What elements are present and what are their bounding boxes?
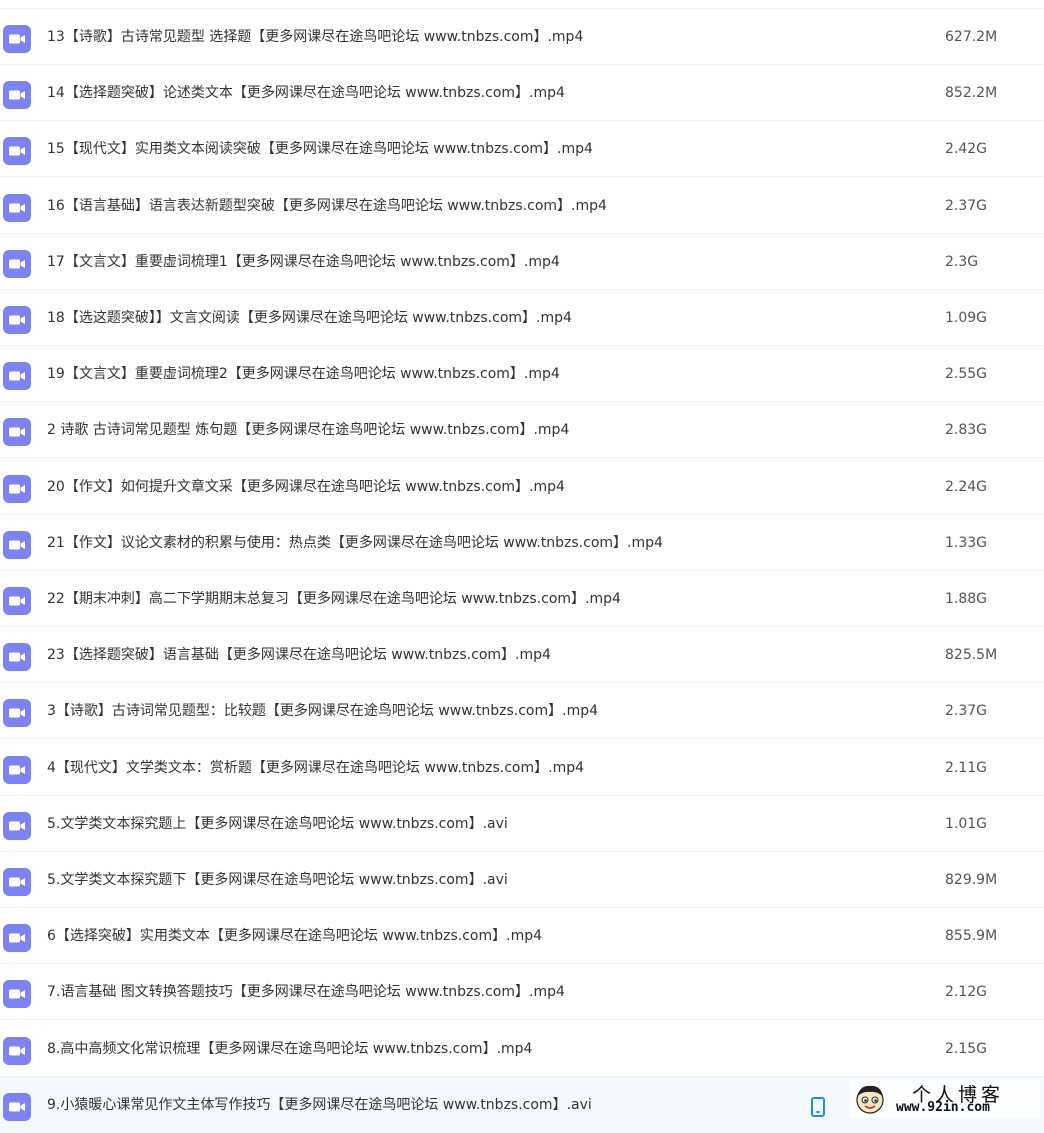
file-size: 1.01G [945, 815, 988, 832]
file-size: 1.88G [945, 591, 988, 607]
video-file-icon [3, 249, 31, 278]
file-row-6[interactable]: 18【选这题突破】】文言文阅读【更多网课尽在途鸟吧论坛 www.tnbzs.co… [0, 290, 1044, 346]
file-row-15[interactable]: 5.文学类文本探究题上【更多网课尽在途鸟吧论坛 www.tnbzs.com】.a… [0, 796, 1044, 852]
file-row-8[interactable]: 2 诗歌 古诗词常见题型 炼句题【更多网课尽在途鸟吧论坛 www.tnbzs.c… [0, 402, 1044, 459]
file-row-14[interactable]: 4【现代文】文学类文本：赏析题【更多网课尽在途鸟吧论坛 www.tnbzs.co… [0, 740, 1044, 796]
file-name[interactable]: 17【文言文】重要虚词梳理1【更多网课尽在途鸟吧论坛 www.tnbzs.com… [47, 234, 560, 290]
file-row-11[interactable]: 22【期末冲刺】高二下学期期末总复习【更多网课尽在途鸟吧论坛 www.tnbzs… [0, 571, 1044, 627]
file-row-16[interactable]: 5.文学类文本探究题下【更多网课尽在途鸟吧论坛 www.tnbzs.com】.a… [0, 852, 1044, 908]
file-size: 825.5M [945, 647, 998, 664]
video-file-icon [3, 137, 31, 166]
video-file-icon [3, 418, 31, 447]
file-name[interactable]: 13【诗歌】古诗常见题型 选择题【更多网课尽在途鸟吧论坛 www.tnbzs.c… [47, 9, 583, 65]
file-size: 1.33G [945, 534, 988, 551]
file-row-2[interactable]: 14【选择题突破】论述类文本【更多网课尽在途鸟吧论坛 www.tnbzs.com… [0, 65, 1044, 122]
file-name[interactable]: 21【作文】议论文素材的积累与使用：热点类【更多网课尽在途鸟吧论坛 www.tn… [47, 515, 663, 571]
phone-icon[interactable] [809, 1096, 827, 1117]
file-name[interactable]: 18【选这题突破】】文言文阅读【更多网课尽在途鸟吧论坛 www.tnbzs.co… [47, 290, 572, 346]
file-row-7[interactable]: 19【文言文】重要虚词梳理2【更多网课尽在途鸟吧论坛 www.tnbzs.com… [0, 346, 1044, 403]
file-row-9[interactable]: 20【作文】如何提升文章文采【更多网课尽在途鸟吧论坛 www.tnbzs.com… [0, 459, 1044, 515]
video-file-icon [3, 1036, 31, 1065]
file-name[interactable]: 5.文学类文本探究题上【更多网课尽在途鸟吧论坛 www.tnbzs.com】.a… [47, 796, 508, 852]
video-file-icon [3, 81, 31, 110]
video-file-icon [3, 474, 31, 503]
file-size: 2.11G [945, 759, 988, 776]
cartoon-face-icon [856, 1085, 884, 1114]
file-name[interactable]: 3【诗歌】古诗词常见题型：比较题【更多网课尽在途鸟吧论坛 www.tnbzs.c… [47, 683, 598, 739]
file-size: 1.09G [945, 310, 988, 326]
file-name[interactable]: 9.小猿暖心课常见作文主体写作技巧【更多网课尽在途鸟吧论坛 www.tnbzs.… [47, 1077, 592, 1133]
file-row-18[interactable]: 7.语言基础 图文转换答题技巧【更多网课尽在途鸟吧论坛 www.tnbzs.co… [0, 964, 1044, 1021]
video-file-icon [3, 924, 31, 953]
file-row-19[interactable]: 8.高中高频文化常识梳理【更多网课尽在途鸟吧论坛 www.tnbzs.com】.… [0, 1021, 1044, 1077]
video-file-icon [3, 587, 31, 615]
file-size: 2.55G [945, 366, 988, 383]
file-row-5[interactable]: 17【文言文】重要虚词梳理1【更多网课尽在途鸟吧论坛 www.tnbzs.com… [0, 234, 1044, 290]
file-size: 2.83G [945, 422, 988, 439]
file-size: 855.9M [945, 928, 998, 945]
file-row-1[interactable]: 13【诗歌】古诗常见题型 选择题【更多网课尽在途鸟吧论坛 www.tnbzs.c… [0, 9, 1044, 65]
file-size: 2.15G [945, 1040, 988, 1057]
file-size: 2.3G [945, 253, 979, 270]
video-file-icon [3, 306, 31, 334]
file-name[interactable]: 20【作文】如何提升文章文采【更多网课尽在途鸟吧论坛 www.tnbzs.com… [47, 459, 565, 515]
file-size: 829.9M [945, 872, 998, 888]
file-row-4[interactable]: 16【语言基础】语言表达新题型突破【更多网课尽在途鸟吧论坛 www.tnbzs.… [0, 178, 1044, 234]
file-size: 2.24G [945, 478, 988, 495]
file-name[interactable]: 23【选择题突破】语言基础【更多网课尽在途鸟吧论坛 www.tnbzs.com】… [47, 627, 551, 683]
video-file-icon [3, 1092, 31, 1121]
video-file-icon [3, 980, 31, 1009]
file-name[interactable]: 16【语言基础】语言表达新题型突破【更多网课尽在途鸟吧论坛 www.tnbzs.… [47, 178, 607, 234]
video-file-icon [3, 530, 31, 559]
file-name[interactable]: 8.高中高频文化常识梳理【更多网课尽在途鸟吧论坛 www.tnbzs.com】.… [47, 1021, 532, 1077]
watermark-url: www.92in.com [896, 1100, 990, 1115]
video-file-icon [3, 868, 31, 896]
file-name[interactable]: 14【选择题突破】论述类文本【更多网课尽在途鸟吧论坛 www.tnbzs.com… [47, 65, 565, 121]
video-file-icon [3, 25, 31, 53]
video-file-icon [3, 362, 31, 391]
video-file-icon [3, 811, 31, 840]
file-row-17[interactable]: 6【选择突破】实用类文本【更多网课尽在途鸟吧论坛 www.tnbzs.com】.… [0, 908, 1044, 965]
file-row-3[interactable]: 15【现代文】实用类文本阅读突破【更多网课尽在途鸟吧论坛 www.tnbzs.c… [0, 121, 1044, 178]
file-name[interactable]: 22【期末冲刺】高二下学期期末总复习【更多网课尽在途鸟吧论坛 www.tnbzs… [47, 571, 621, 627]
file-list: 13【诗歌】古诗常见题型 选择题【更多网课尽在途鸟吧论坛 www.tnbzs.c… [0, 0, 1044, 1133]
file-size: 852.2M [945, 85, 998, 102]
file-row-12[interactable]: 23【选择题突破】语言基础【更多网课尽在途鸟吧论坛 www.tnbzs.com】… [0, 627, 1044, 684]
file-name[interactable]: 7.语言基础 图文转换答题技巧【更多网课尽在途鸟吧论坛 www.tnbzs.co… [47, 964, 565, 1020]
file-name[interactable]: 19【文言文】重要虚词梳理2【更多网课尽在途鸟吧论坛 www.tnbzs.com… [47, 346, 560, 402]
file-row-13[interactable]: 3【诗歌】古诗词常见题型：比较题【更多网课尽在途鸟吧论坛 www.tnbzs.c… [0, 683, 1044, 740]
file-name[interactable]: 15【现代文】实用类文本阅读突破【更多网课尽在途鸟吧论坛 www.tnbzs.c… [47, 121, 593, 177]
video-file-icon [3, 193, 31, 222]
file-size: 2.42G [945, 141, 988, 158]
file-name[interactable]: 6【选择突破】实用类文本【更多网课尽在途鸟吧论坛 www.tnbzs.com】.… [47, 908, 542, 964]
file-size: 2.37G [945, 197, 988, 214]
video-file-icon [3, 699, 31, 728]
video-file-icon [3, 643, 31, 672]
file-size: 2.12G [945, 984, 988, 1001]
file-name[interactable]: 4【现代文】文学类文本：赏析题【更多网课尽在途鸟吧论坛 www.tnbzs.co… [47, 740, 584, 796]
file-size: 2.37G [945, 703, 988, 720]
file-size: 627.2M [945, 29, 998, 45]
file-name[interactable]: 2 诗歌 古诗词常见题型 炼句题【更多网课尽在途鸟吧论坛 www.tnbzs.c… [47, 402, 569, 458]
video-file-icon [3, 755, 31, 784]
file-row-10[interactable]: 21【作文】议论文素材的积累与使用：热点类【更多网课尽在途鸟吧论坛 www.tn… [0, 515, 1044, 571]
watermark: 个人博客 www.92in.com [850, 1080, 1040, 1118]
file-name[interactable]: 5.文学类文本探究题下【更多网课尽在途鸟吧论坛 www.tnbzs.com】.a… [47, 852, 508, 908]
